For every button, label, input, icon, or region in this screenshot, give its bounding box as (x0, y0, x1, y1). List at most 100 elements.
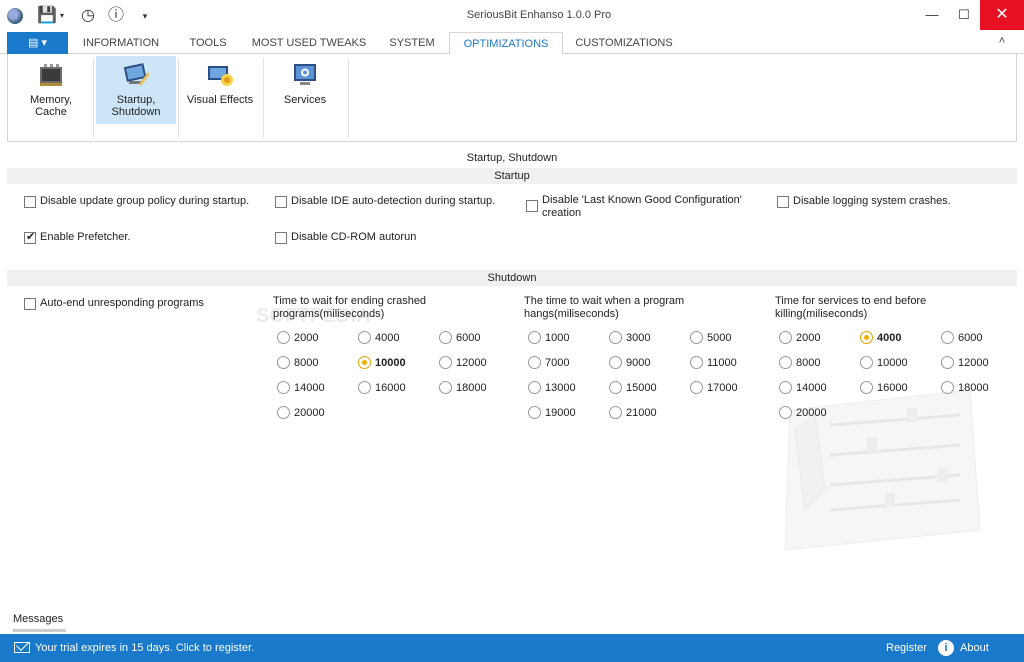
messages-tab[interactable]: Messages (13, 613, 63, 625)
checkbox[interactable] (24, 298, 36, 310)
radio-button[interactable] (439, 381, 452, 394)
radio-option[interactable]: 20000 (277, 406, 325, 419)
radio-option[interactable]: 12000 (941, 356, 989, 369)
radio-option-selected[interactable]: 4000 (860, 331, 901, 344)
checkbox[interactable] (275, 232, 287, 244)
radio-button[interactable] (528, 356, 541, 369)
startup-option[interactable]: Enable Prefetcher. (24, 230, 264, 244)
radio-button[interactable] (779, 356, 792, 369)
radio-button[interactable] (860, 356, 873, 369)
radio-button[interactable] (439, 331, 452, 344)
radio-button[interactable] (690, 381, 703, 394)
radio-button[interactable] (358, 331, 371, 344)
radio-option[interactable]: 11000 (690, 356, 737, 369)
tab-information[interactable]: INFORMATION (76, 32, 166, 54)
radio-button[interactable] (277, 356, 290, 369)
ribbon-separator (348, 58, 349, 138)
radio-label: 12000 (456, 356, 487, 369)
about-icon[interactable]: i (938, 640, 954, 656)
radio-option[interactable]: 16000 (358, 381, 406, 394)
radio-option[interactable]: 4000 (358, 331, 399, 344)
startup-option[interactable]: Disable CD-ROM autorun (275, 231, 515, 244)
radio-option[interactable]: 21000 (609, 406, 657, 419)
radio-button[interactable] (779, 331, 792, 344)
radio-button[interactable] (528, 381, 541, 394)
radio-button[interactable] (941, 356, 954, 369)
radio-button[interactable] (277, 381, 290, 394)
startup-option[interactable]: Disable 'Last Known Good Configuration' … (526, 194, 756, 220)
radio-option[interactable]: 12000 (439, 356, 487, 369)
checkbox[interactable] (777, 196, 789, 208)
auto-end-option[interactable]: Auto-end unresponding programs (24, 297, 264, 310)
radio-button[interactable] (609, 356, 622, 369)
radio-button[interactable] (358, 356, 371, 369)
radio-option[interactable]: 10000 (860, 356, 908, 369)
tab-optimizations[interactable]: OPTIMIZATIONS (449, 32, 563, 55)
radio-option[interactable]: 9000 (609, 356, 650, 369)
radio-button[interactable] (941, 381, 954, 394)
radio-button[interactable] (860, 381, 873, 394)
radio-option[interactable]: 18000 (941, 381, 989, 394)
file-menu-button[interactable]: ▤ ▾ (7, 32, 68, 54)
maximize-button[interactable]: ☐ (946, 0, 982, 30)
radio-button[interactable] (690, 356, 703, 369)
radio-button[interactable] (277, 406, 290, 419)
radio-button[interactable] (528, 406, 541, 419)
startup-option[interactable]: Disable logging system crashes. (777, 195, 1007, 208)
radio-button[interactable] (439, 356, 452, 369)
checkbox[interactable] (275, 196, 287, 208)
radio-option[interactable]: 2000 (277, 331, 318, 344)
radio-option[interactable]: 15000 (609, 381, 657, 394)
checkbox[interactable] (526, 200, 538, 212)
radio-option[interactable]: 5000 (690, 331, 731, 344)
radio-button[interactable] (779, 381, 792, 394)
radio-button[interactable] (609, 406, 622, 419)
radio-option[interactable]: 7000 (528, 356, 569, 369)
radio-option[interactable]: 18000 (439, 381, 487, 394)
radio-button[interactable] (277, 331, 290, 344)
radio-option[interactable]: 1000 (528, 331, 569, 344)
radio-button[interactable] (779, 406, 792, 419)
radio-button[interactable] (609, 381, 622, 394)
radio-option[interactable]: 13000 (528, 381, 576, 394)
radio-button[interactable] (528, 331, 541, 344)
radio-button[interactable] (609, 331, 622, 344)
radio-option[interactable]: 6000 (439, 331, 480, 344)
radio-label: 10000 (877, 356, 908, 369)
radio-option[interactable]: 2000 (779, 331, 820, 344)
startup-shutdown-button[interactable]: Startup, Shutdown (96, 56, 176, 124)
radio-option[interactable]: 14000 (779, 381, 827, 394)
radio-option[interactable]: 17000 (690, 381, 738, 394)
register-link[interactable]: Register (886, 642, 927, 654)
radio-option[interactable]: 6000 (941, 331, 982, 344)
radio-option[interactable]: 8000 (277, 356, 318, 369)
collapse-ribbon-icon[interactable]: ˄ (994, 35, 1010, 51)
visual-effects-button[interactable]: Visual Effects (182, 56, 258, 124)
radio-option[interactable]: 16000 (860, 381, 908, 394)
checkbox[interactable] (24, 196, 36, 208)
radio-option[interactable]: 14000 (277, 381, 325, 394)
memory-cache-button[interactable]: Memory, Cache (14, 56, 88, 124)
startup-option[interactable]: Disable IDE auto-detection during startu… (275, 195, 515, 208)
radio-button[interactable] (860, 331, 873, 344)
minimize-button[interactable]: — (914, 0, 950, 30)
tab-most-used-tweaks[interactable]: MOST USED TWEAKS (250, 32, 368, 54)
tab-customizations[interactable]: CUSTOMIZATIONS (572, 32, 676, 54)
close-button[interactable]: ✕ (980, 0, 1024, 30)
radio-option[interactable]: 8000 (779, 356, 820, 369)
about-link[interactable]: About (960, 642, 989, 654)
radio-option[interactable]: 19000 (528, 406, 576, 419)
tab-tools[interactable]: TOOLS (180, 32, 236, 54)
radio-option-selected[interactable]: 10000 (358, 356, 406, 369)
radio-button[interactable] (690, 331, 703, 344)
radio-option[interactable]: 20000 (779, 406, 827, 419)
services-button[interactable]: Services (266, 56, 344, 124)
radio-button[interactable] (941, 331, 954, 344)
radio-label: 10000 (375, 356, 406, 369)
checkbox[interactable] (24, 230, 36, 244)
trial-status-link[interactable]: Your trial expires in 15 days. Click to … (35, 642, 254, 654)
tab-system[interactable]: SYSTEM (384, 32, 440, 54)
startup-option[interactable]: Disable update group policy during start… (24, 195, 264, 208)
radio-button[interactable] (358, 381, 371, 394)
radio-option[interactable]: 3000 (609, 331, 650, 344)
